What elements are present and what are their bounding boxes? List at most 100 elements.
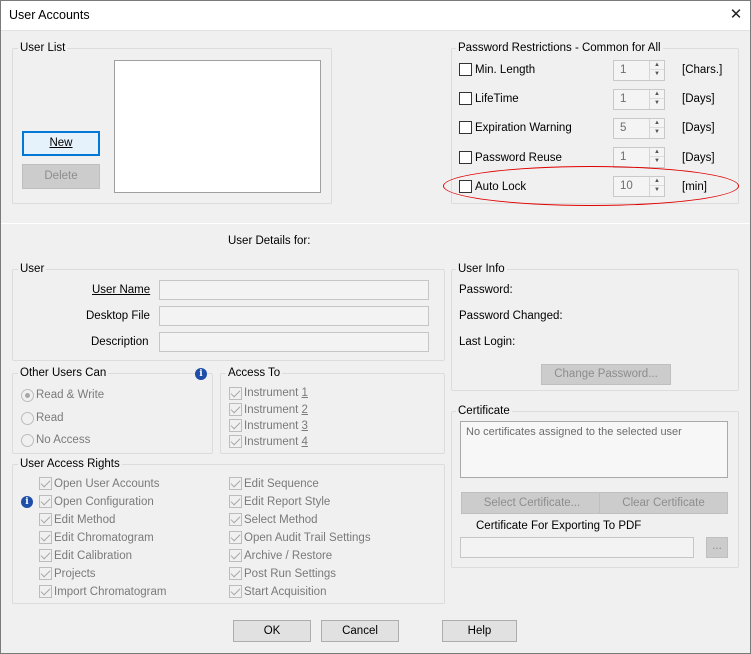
lifetime-value: 1 — [620, 93, 627, 105]
read-radio[interactable] — [21, 412, 34, 425]
spin-down-icon[interactable]: ▼ — [650, 70, 664, 79]
last-login-label: Last Login: — [459, 336, 516, 348]
expiration-warning-checkbox[interactable] — [459, 121, 472, 134]
open-configuration-checkbox[interactable] — [39, 495, 52, 508]
spin-down-icon[interactable]: ▼ — [650, 128, 664, 137]
edit-sequence-checkbox[interactable] — [229, 477, 242, 490]
instrument-1-checkbox[interactable] — [229, 387, 242, 400]
edit-report-style-checkbox[interactable] — [229, 495, 242, 508]
lifetime-checkbox[interactable] — [459, 92, 472, 105]
edit-sequence-label: Edit Sequence — [244, 478, 319, 490]
other-users-legend: Other Users Can — [18, 367, 109, 379]
spin-up-icon[interactable]: ▲ — [650, 119, 664, 128]
info-icon[interactable]: i — [21, 496, 33, 508]
change-password-button[interactable]: Change Password... — [541, 364, 671, 385]
info-icon[interactable]: i — [195, 368, 207, 380]
import-chromatogram-label: Import Chromatogram — [54, 586, 167, 598]
cancel-button[interactable]: Cancel — [321, 620, 399, 642]
description-label: Description — [91, 336, 149, 348]
certificate-list[interactable]: No certificates assigned to the selected… — [460, 421, 728, 478]
post-run-settings-label: Post Run Settings — [244, 568, 337, 580]
archive-restore-checkbox[interactable] — [229, 549, 242, 562]
help-button[interactable]: Help — [442, 620, 517, 642]
user-details-heading: User Details for: — [228, 235, 311, 247]
password-reuse-label: Password Reuse — [475, 152, 562, 164]
select-certificate-button[interactable]: Select Certificate... — [461, 492, 603, 514]
user-legend: User — [18, 263, 47, 275]
spin-up-icon[interactable]: ▲ — [650, 90, 664, 99]
instrument-2-checkbox[interactable] — [229, 403, 242, 416]
password-reuse-unit: [Days] — [682, 152, 715, 164]
edit-chromatogram-checkbox[interactable] — [39, 531, 52, 544]
auto-lock-highlight-ellipse — [443, 166, 739, 206]
instrument-4-checkbox[interactable] — [229, 435, 242, 448]
password-reuse-spinner[interactable]: 1 ▲ ▼ — [613, 147, 665, 168]
instrument-2-label: Instrument 2 — [244, 404, 308, 416]
instrument-1-label: Instrument 1 — [244, 387, 308, 399]
expiration-warning-value: 5 — [620, 122, 627, 134]
min-length-spinner[interactable]: 1 ▲ ▼ — [613, 60, 665, 81]
projects-label: Projects — [54, 568, 96, 580]
password-reuse-value: 1 — [620, 151, 627, 163]
user-listbox[interactable] — [114, 60, 321, 193]
clear-certificate-button[interactable]: Clear Certificate — [599, 492, 728, 514]
close-icon[interactable]: ✕ — [725, 4, 747, 26]
open-user-accounts-checkbox[interactable] — [39, 477, 52, 490]
description-field[interactable] — [159, 332, 429, 352]
password-label: Password: — [459, 284, 513, 296]
delete-user-button[interactable]: Delete — [22, 164, 100, 189]
spin-up-icon[interactable]: ▲ — [650, 61, 664, 70]
access-rights-legend: User Access Rights — [18, 458, 122, 470]
new-button-label: New — [49, 137, 73, 149]
instrument-3-label: Instrument 3 — [244, 420, 308, 432]
instrument-3-checkbox[interactable] — [229, 419, 242, 432]
import-chromatogram-checkbox[interactable] — [39, 585, 52, 598]
expiration-warning-unit: [Days] — [682, 122, 715, 134]
title-bar: User Accounts ✕ — [0, 0, 751, 31]
edit-calibration-label: Edit Calibration — [54, 550, 132, 562]
post-run-settings-checkbox[interactable] — [229, 567, 242, 580]
read-label: Read — [36, 412, 64, 424]
certificate-export-field[interactable] — [460, 537, 694, 558]
spin-up-icon[interactable]: ▲ — [650, 148, 664, 157]
new-user-button[interactable]: New — [22, 131, 100, 156]
access-to-legend: Access To — [226, 367, 283, 379]
window-title: User Accounts — [9, 8, 90, 22]
expiration-warning-spinner[interactable]: 5 ▲ ▼ — [613, 118, 665, 139]
browse-certificate-button[interactable]: ... — [706, 537, 728, 558]
open-audit-trail-checkbox[interactable] — [229, 531, 242, 544]
user-name-field[interactable] — [159, 280, 429, 300]
min-length-checkbox[interactable] — [459, 63, 472, 76]
spin-down-icon[interactable]: ▼ — [650, 99, 664, 108]
ok-button[interactable]: OK — [233, 620, 311, 642]
no-access-radio[interactable] — [21, 434, 34, 447]
lifetime-label: LifeTime — [475, 93, 519, 105]
open-audit-trail-label: Open Audit Trail Settings — [244, 532, 371, 544]
read-write-label: Read & Write — [36, 389, 105, 401]
open-configuration-label: Open Configuration — [54, 496, 154, 508]
read-write-radio[interactable] — [21, 389, 34, 402]
instrument-4-label: Instrument 4 — [244, 436, 308, 448]
certificate-legend: Certificate — [456, 405, 512, 417]
start-acquisition-label: Start Acquisition — [244, 586, 327, 598]
user-name-label: User Name — [92, 284, 151, 296]
certificate-export-label: Certificate For Exporting To PDF — [476, 520, 642, 532]
edit-method-checkbox[interactable] — [39, 513, 52, 526]
password-reuse-checkbox[interactable] — [459, 151, 472, 164]
no-access-label: No Access — [36, 434, 91, 446]
expiration-warning-label: Expiration Warning — [475, 122, 572, 134]
open-user-accounts-label: Open User Accounts — [54, 478, 160, 490]
edit-calibration-checkbox[interactable] — [39, 549, 52, 562]
section-divider — [0, 223, 751, 224]
desktop-file-label: Desktop File — [86, 310, 150, 322]
spin-down-icon[interactable]: ▼ — [650, 157, 664, 166]
select-method-label: Select Method — [244, 514, 318, 526]
desktop-file-field[interactable] — [159, 306, 429, 326]
user-info-legend: User Info — [456, 263, 507, 275]
select-method-checkbox[interactable] — [229, 513, 242, 526]
lifetime-spinner[interactable]: 1 ▲ ▼ — [613, 89, 665, 110]
projects-checkbox[interactable] — [39, 567, 52, 580]
start-acquisition-checkbox[interactable] — [229, 585, 242, 598]
password-restrictions-legend: Password Restrictions - Common for All — [456, 42, 663, 54]
edit-method-label: Edit Method — [54, 514, 116, 526]
